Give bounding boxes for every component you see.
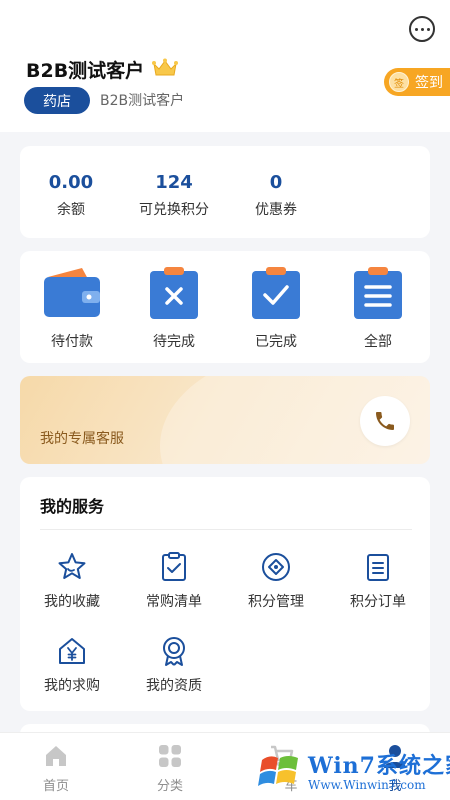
category-icon <box>159 745 181 767</box>
clipboard-x-icon <box>150 267 198 319</box>
phone-icon <box>376 412 394 430</box>
watermark-url: Www.Winwin7.com <box>308 778 426 792</box>
checklist-icon <box>162 552 186 581</box>
service-frequent-list[interactable]: 常购清单 <box>129 551 219 611</box>
watermark-text: Win7系统之家 <box>308 753 450 779</box>
wallet-icon <box>44 268 100 317</box>
order-all[interactable]: 全部 <box>338 265 418 351</box>
signin-label: 签到 <box>415 75 443 91</box>
balance-label: 余额 <box>57 202 85 218</box>
house-yen-icon <box>59 638 85 664</box>
divider <box>40 529 412 530</box>
service-purchase-requests-label: 我的求购 <box>44 678 100 694</box>
profile-header: B2B测试客户 药店 B2B测试客户 签 签到 <box>0 0 450 132</box>
signin-button[interactable]: 签 签到 <box>384 68 450 96</box>
service-points-orders[interactable]: 积分订单 <box>333 551 423 611</box>
service-favorites-label: 我的收藏 <box>44 594 100 610</box>
star-icon <box>58 553 86 579</box>
service-points-orders-label: 积分订单 <box>350 594 406 610</box>
service-frequent-list-label: 常购清单 <box>146 594 202 610</box>
stat-points[interactable]: 124 可兑换积分 <box>119 172 229 219</box>
coupons-label: 优惠券 <box>255 202 297 218</box>
watermark: Win7系统之家 Www.Winwin7.com <box>252 742 450 800</box>
order-pending-complete-label: 待完成 <box>153 334 195 350</box>
balance-value: 0.00 <box>48 172 94 193</box>
customer-service-label: 我的专属客服 <box>40 431 124 447</box>
order-pending-payment[interactable]: 待付款 <box>32 265 112 351</box>
service-qualifications[interactable]: 我的资质 <box>129 635 219 695</box>
customer-service-banner[interactable]: 我的专属客服 <box>20 376 430 464</box>
order-icon <box>367 554 389 581</box>
signin-icon: 签 <box>389 72 409 92</box>
crown-icon <box>152 58 178 76</box>
account-stats-card: 0.00 余额 124 可兑换积分 0 优惠券 <box>20 146 430 238</box>
order-pending-payment-label: 待付款 <box>51 334 93 350</box>
service-favorites[interactable]: 我的收藏 <box>27 551 117 611</box>
tab-home-label: 首页 <box>42 779 69 794</box>
service-points-management-label: 积分管理 <box>248 594 304 610</box>
tab-category[interactable]: 分类 <box>135 743 205 794</box>
badge-icon <box>163 637 185 666</box>
coupons-value: 0 <box>269 172 283 193</box>
clipboard-check-icon <box>252 267 300 319</box>
orders-card: 待付款 待完成 已完成 全部 <box>20 251 430 363</box>
tab-category-label: 分类 <box>156 779 183 794</box>
tab-home[interactable]: 首页 <box>21 743 91 794</box>
my-services-card: 我的服务 我的收藏 常购清单 积分管理 积分订单 我的求购 我的资质 <box>20 477 430 711</box>
home-icon <box>46 746 66 766</box>
order-completed[interactable]: 已完成 <box>236 265 316 351</box>
service-qualifications-label: 我的资质 <box>146 678 202 694</box>
username: B2B测试客户 <box>26 60 145 82</box>
order-all-label: 全部 <box>364 334 392 350</box>
call-button[interactable] <box>360 396 410 446</box>
stat-coupons[interactable]: 0 优惠券 <box>221 172 331 219</box>
windows-logo-icon <box>258 756 298 786</box>
customer-name: B2B测试客户 <box>100 93 185 109</box>
order-pending-complete[interactable]: 待完成 <box>134 265 214 351</box>
points-label: 可兑换积分 <box>139 202 209 218</box>
service-purchase-requests[interactable]: 我的求购 <box>27 635 117 695</box>
points-value: 124 <box>155 172 193 193</box>
order-completed-label: 已完成 <box>255 334 297 350</box>
stat-balance[interactable]: 0.00 余额 <box>16 172 126 219</box>
message-icon[interactable] <box>409 16 435 42</box>
points-icon <box>262 553 290 581</box>
service-points-management[interactable]: 积分管理 <box>231 551 321 611</box>
customer-type-badge: 药店 <box>24 87 90 114</box>
clipboard-list-icon <box>354 267 402 319</box>
services-title: 我的服务 <box>40 497 105 516</box>
